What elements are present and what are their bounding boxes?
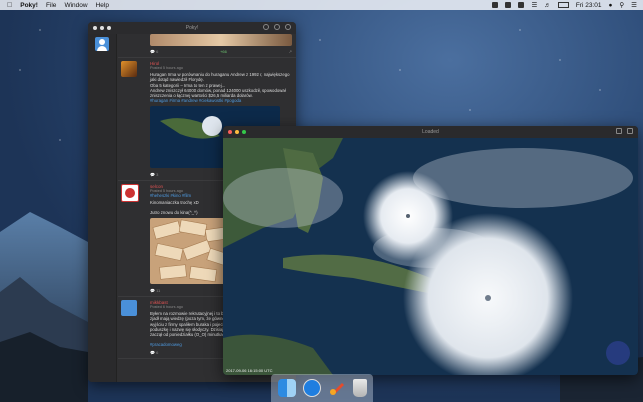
post-text: Huragan Irma w porównaniu do huraganu An… — [150, 72, 290, 99]
menu-help[interactable]: Help — [96, 2, 109, 9]
viewer-titlebar[interactable]: Loaded — [223, 126, 638, 138]
apple-icon[interactable]:  — [7, 2, 12, 9]
safari-icon[interactable] — [302, 379, 321, 397]
comments-count[interactable]: 💬 6 — [150, 49, 158, 54]
volume-icon[interactable]: ♬ — [544, 2, 551, 9]
poky-titlebar[interactable]: Poky! — [88, 22, 296, 34]
wifi-icon[interactable]: ☰ — [531, 1, 537, 9]
feed-post: 💬 6 +66 ↗ — [118, 34, 296, 58]
share-icon[interactable] — [616, 128, 622, 134]
image-timestamp: 2017-09-06 16:15:00 UTC — [226, 368, 273, 373]
user-icon[interactable]: ● — [608, 2, 612, 9]
post-tags[interactable]: #huragan #irma #andrew #ciekawostki #pog… — [150, 98, 292, 103]
status-app-icon-3[interactable] — [518, 2, 525, 8]
menu-bar:  Poky! File Window Help ☰ ♬ Fri 23:01 ●… — [0, 0, 643, 10]
comments-count[interactable]: 💬 6 — [150, 350, 158, 355]
post-timestamp: Posted 5 hours ago — [150, 66, 183, 70]
status-app-icon[interactable] — [492, 2, 499, 8]
plus-count[interactable]: +66 — [220, 49, 227, 54]
comments-count[interactable]: 💬 3 — [150, 172, 158, 177]
menu-app-name[interactable]: Poky! — [20, 2, 38, 9]
battery-icon[interactable] — [557, 2, 569, 8]
menu-window[interactable]: Window — [64, 2, 87, 9]
finder-icon[interactable] — [277, 379, 296, 397]
image-viewer-window: Loaded 2017-09-06 16:15:00 UTC — [223, 126, 638, 375]
dock — [271, 374, 373, 402]
menu-clock[interactable]: Fri 23:01 — [576, 2, 602, 9]
share-icon[interactable]: ↗ — [289, 49, 292, 54]
refresh-icon[interactable] — [263, 24, 269, 30]
post-image[interactable] — [150, 34, 292, 46]
poky-icon[interactable] — [328, 379, 346, 397]
author-avatar[interactable] — [121, 61, 137, 77]
hurricane-satellite-image[interactable] — [223, 138, 638, 375]
profile-avatar[interactable] — [95, 37, 109, 51]
trash-icon[interactable] — [352, 379, 367, 397]
status-app-icon-2[interactable] — [505, 2, 512, 8]
sidebar — [88, 34, 117, 382]
spotlight-icon[interactable]: ⚲ — [619, 1, 624, 9]
comments-count[interactable]: 💬 11 — [150, 288, 160, 293]
notifications-icon[interactable] — [274, 24, 280, 30]
viewer-window-title: Loaded — [422, 129, 439, 135]
menu-file[interactable]: File — [46, 2, 56, 9]
fullscreen-icon[interactable] — [627, 128, 633, 134]
search-icon[interactable] — [285, 24, 291, 30]
author-avatar[interactable] — [121, 184, 139, 203]
author-avatar[interactable] — [121, 300, 137, 317]
notification-center-icon[interactable]: ☰ — [631, 1, 637, 9]
